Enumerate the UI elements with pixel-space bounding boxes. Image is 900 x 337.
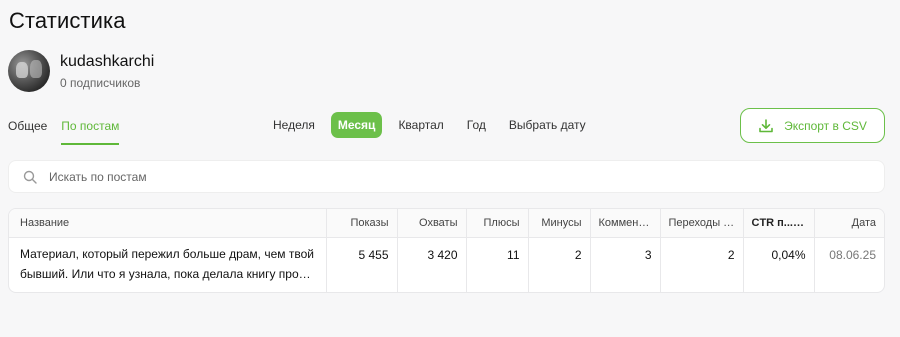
comments-cell: 3 (590, 237, 661, 292)
column-header-comments[interactable]: Комментарии (590, 209, 661, 238)
column-header-clicks[interactable]: Переходы по ссылкам (660, 209, 744, 238)
username[interactable]: kudashkarchi (60, 53, 154, 71)
period-selector: Неделя Месяц Квартал Год Выбрать дату (266, 112, 602, 138)
period-week-button[interactable]: Неделя (266, 112, 322, 138)
column-header-views[interactable]: Показы (326, 209, 398, 238)
page-title: Статистика (9, 8, 126, 33)
column-header-ctr[interactable]: CTR п... (743, 209, 815, 238)
search-input[interactable] (49, 169, 829, 184)
post-title-cell[interactable]: Материал, который пережил больше драм, ч… (9, 237, 327, 292)
search-bar (8, 160, 885, 193)
column-header-pluses[interactable]: Плюсы (466, 209, 529, 238)
post-title[interactable]: Материал, который пережил больше драм, ч… (20, 244, 318, 284)
column-header-title[interactable]: Название (9, 209, 327, 238)
column-header-minuses[interactable]: Минусы (528, 209, 591, 238)
subscriber-count: 0 подписчиков (60, 75, 141, 90)
minuses-cell: 2 (528, 237, 591, 292)
export-csv-button[interactable]: Экспорт в CSV (740, 108, 885, 143)
reach-cell: 3 420 (397, 237, 467, 292)
stats-tabs: Общее По постам (8, 119, 133, 145)
export-csv-label: Экспорт в CSV (784, 118, 867, 133)
views-cell: 5 455 (326, 237, 398, 292)
table-header-row: Название Показы Охваты Плюсы Минусы Комм… (9, 209, 884, 238)
profile-info: kudashkarchi 0 подписчиков (60, 53, 154, 90)
avatar[interactable] (8, 50, 50, 92)
column-header-date[interactable]: Дата (814, 209, 884, 238)
profile-block: kudashkarchi 0 подписчиков (8, 50, 154, 92)
download-icon (759, 118, 773, 132)
period-pick-date-button[interactable]: Выбрать дату (502, 112, 593, 138)
column-header-reach[interactable]: Охваты (397, 209, 467, 238)
table-row[interactable]: Материал, который пережил больше драм, ч… (9, 237, 884, 292)
tab-general[interactable]: Общее (8, 119, 47, 145)
ctr-cell: 0,04% (743, 237, 815, 292)
tab-by-posts[interactable]: По постам (61, 119, 120, 145)
clicks-cell: 2 (660, 237, 744, 292)
date-cell: 08.06.25 (829, 247, 876, 262)
search-icon (23, 170, 37, 184)
period-year-button[interactable]: Год (460, 112, 493, 138)
posts-table: Название Показы Охваты Плюсы Минусы Комм… (8, 208, 885, 293)
column-header-ctr-label: CTR п... (751, 216, 793, 229)
period-month-button[interactable]: Месяц (330, 112, 383, 138)
pluses-cell: 11 (466, 237, 529, 292)
period-quarter-button[interactable]: Квартал (391, 112, 450, 138)
